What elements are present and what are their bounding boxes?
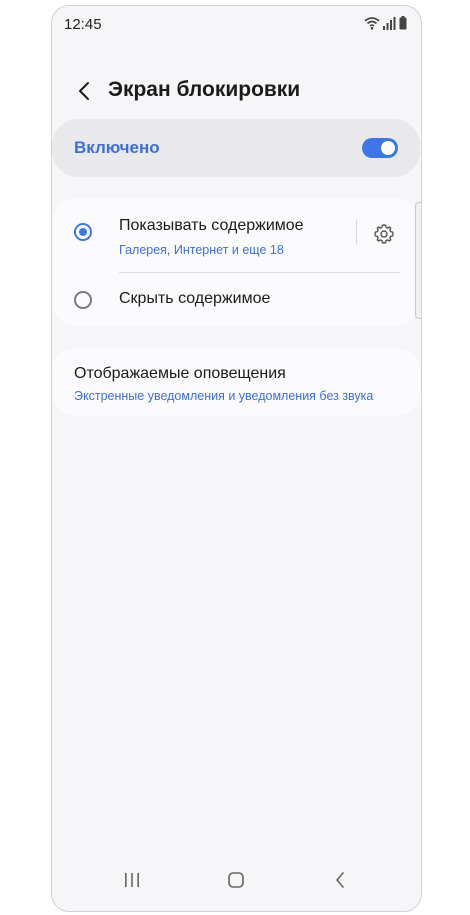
option-show-content-sublabel: Галерея, Интернет и еще 18 (119, 243, 284, 257)
option-show-content-label: Показывать содержимое (119, 217, 304, 234)
vertical-divider (356, 220, 357, 244)
scroll-handle[interactable] (415, 202, 421, 319)
radio-show-content[interactable] (74, 223, 92, 241)
option-show-content[interactable]: Показывать содержимое Галерея, Интернет … (52, 198, 420, 270)
signal-icon (383, 16, 396, 30)
gear-icon[interactable] (372, 222, 396, 246)
home-button[interactable] (221, 865, 251, 895)
recent-apps-icon (125, 873, 139, 887)
back-icon (336, 872, 344, 888)
content-options-card: Показывать содержимое Галерея, Интернет … (52, 198, 420, 326)
radio-hide-content[interactable] (74, 291, 92, 309)
status-time: 12:45 (64, 16, 102, 33)
wifi-icon (364, 17, 380, 30)
status-icons (364, 16, 407, 30)
switch-knob (381, 141, 395, 155)
home-icon (228, 872, 244, 888)
header: Экран блокировки (52, 68, 421, 118)
chevron-left-icon (79, 82, 89, 100)
recent-apps-button[interactable] (117, 865, 147, 895)
option-hide-content-label: Скрыть содержимое (119, 290, 271, 307)
back-button[interactable] (72, 78, 96, 104)
phone-screen: 12:45 Экран блокировки Включено Показыва… (51, 5, 422, 912)
master-toggle-switch[interactable] (362, 138, 398, 158)
status-bar: 12:45 (52, 6, 421, 46)
master-toggle-row[interactable]: Включено (52, 119, 420, 177)
notifications-sublabel: Экстренные уведомления и уведомления без… (74, 389, 374, 403)
master-toggle-label: Включено (74, 138, 160, 157)
option-hide-content[interactable]: Скрыть содержимое (52, 273, 420, 326)
notifications-title: Отображаемые оповещения (74, 365, 286, 382)
navigation-bar (52, 851, 421, 911)
page-title: Экран блокировки (108, 78, 301, 101)
back-nav-button[interactable] (325, 865, 355, 895)
displayed-notifications-item[interactable]: Отображаемые оповещения Экстренные уведо… (52, 348, 420, 416)
battery-icon (399, 16, 407, 30)
